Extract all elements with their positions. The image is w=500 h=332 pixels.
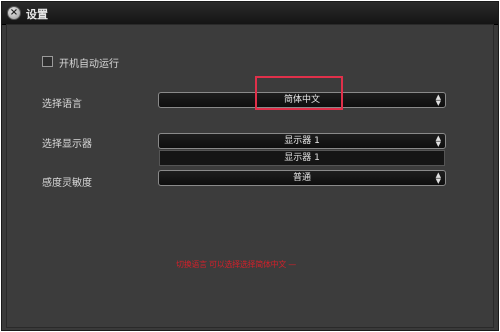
autostart-label: 开机自动运行 [59,59,119,70]
select-arrows-icon: ▲ ▼ [435,134,441,148]
highlight-annotation [255,76,343,110]
settings-window: × 设置 开机自动运行 选择语言 简体中文 ▲ ▼ 选择显示器 显示器 1 ▲ ▼ … [1,1,499,331]
sharpness-select[interactable]: 普通 ▲ ▼ [158,170,446,186]
display-dropdown-option[interactable]: 显示器 1 [159,150,445,166]
select-arrows-icon: ▲ ▼ [435,171,441,185]
sharpness-value: 普通 [292,173,311,183]
language-label: 选择语言 [42,99,82,110]
display-value: 显示器 1 [284,136,320,146]
display-label: 选择显示器 [42,139,92,150]
annotation-caption: 切换语言 可以选择选择简体中文 — [176,260,296,269]
title-bar: × 设置 [2,2,498,25]
autostart-checkbox[interactable] [42,56,53,67]
window-title: 设置 [26,8,48,21]
close-icon[interactable]: × [7,6,21,20]
sharpness-label: 感度灵敏度 [42,178,92,189]
display-select[interactable]: 显示器 1 ▲ ▼ [158,133,446,149]
select-arrows-icon: ▲ ▼ [435,93,441,107]
